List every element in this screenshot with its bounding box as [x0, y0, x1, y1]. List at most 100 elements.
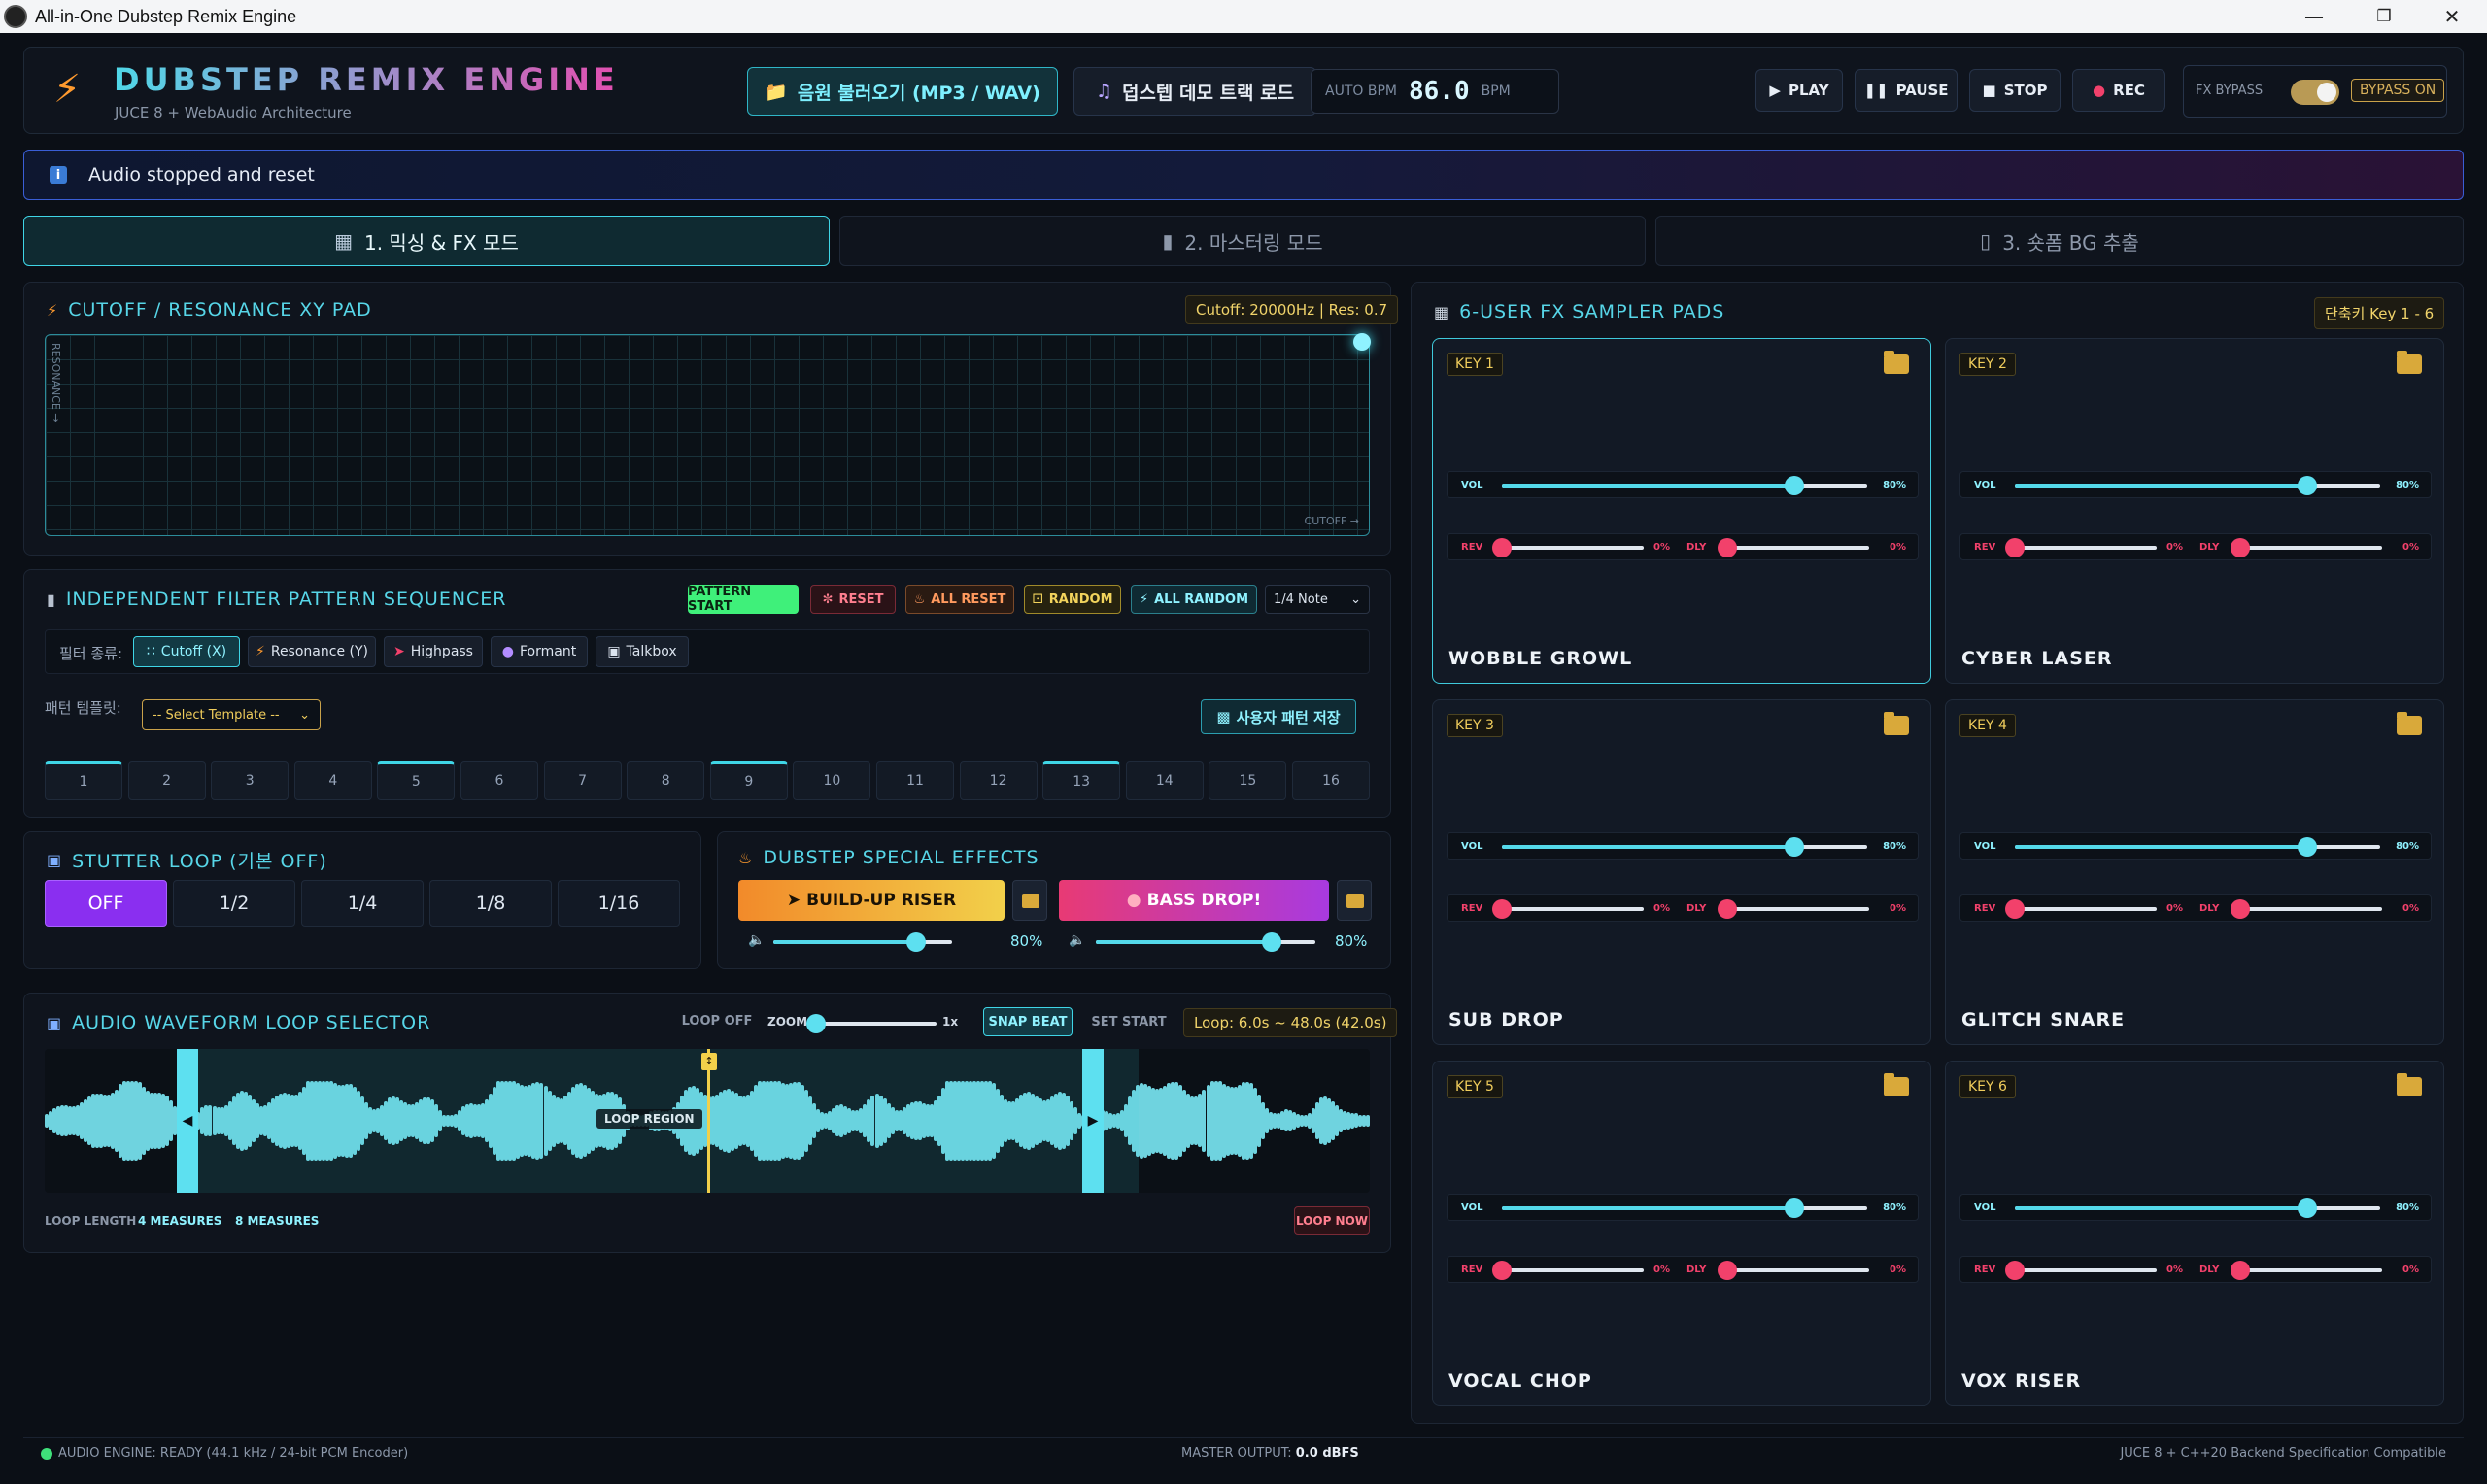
pad-delay-slider[interactable]	[2231, 899, 2382, 919]
tab-mastering[interactable]: ▮ 2. 마스터링 모드	[839, 216, 1646, 266]
tab-shortform-bg[interactable]: ▯ 3. 숏폼 BG 추출	[1655, 216, 2464, 266]
pad-delay-knob[interactable]	[1718, 899, 1737, 919]
pad-delay-knob[interactable]	[2231, 538, 2250, 557]
step-button[interactable]: 16	[1292, 761, 1370, 800]
pad-delay-slider[interactable]	[1718, 538, 1869, 557]
pad-delay-slider[interactable]	[2231, 1261, 2382, 1280]
minimize-icon[interactable]: —	[2279, 0, 2349, 33]
stutter-option[interactable]: 1/16	[558, 880, 680, 927]
pause-button[interactable]: ❚❚ PAUSE	[1855, 69, 1958, 112]
stutter-option[interactable]: 1/2	[173, 880, 295, 927]
load-demo-button[interactable]: ♫ 덥스텝 데모 트랙 로드	[1073, 67, 1316, 116]
pad-volume-slider[interactable]	[1502, 476, 1867, 495]
filter-chip-highpass[interactable]: ➤ Highpass	[384, 636, 483, 667]
step-button[interactable]: 6	[460, 761, 538, 800]
filter-chip-formant[interactable]: ● Formant	[491, 636, 588, 667]
template-select[interactable]: -- Select Template -- ⌄	[142, 699, 321, 730]
pad-reverb-knob[interactable]	[1492, 538, 1512, 557]
pad-volume-knob[interactable]	[1784, 837, 1804, 857]
play-button[interactable]: ▶ PLAY	[1755, 69, 1843, 112]
pad-reverb-slider[interactable]	[1492, 1261, 1644, 1280]
step-button[interactable]: 14	[1125, 761, 1204, 800]
pad-volume-knob[interactable]	[2297, 1198, 2317, 1218]
xy-cursor-dot[interactable]	[1353, 333, 1371, 351]
tab-mixing-fx[interactable]: ▦ 1. 믹싱 & FX 모드	[23, 216, 830, 266]
all-reset-button[interactable]: ♨ ALL RESET	[905, 585, 1014, 614]
sampler-pad[interactable]: KEY 1 VOL 80% REV 0% DLY 0% WOBBLE GROWL	[1432, 338, 1931, 684]
loop-now-button[interactable]: LOOP NOW	[1294, 1206, 1370, 1235]
step-button[interactable]: 13	[1042, 761, 1121, 800]
folder-icon[interactable]	[1884, 712, 1909, 735]
step-button[interactable]: 15	[1209, 761, 1287, 800]
set-start-button[interactable]: SET START	[1082, 1007, 1175, 1036]
pad-volume-slider[interactable]	[2015, 1198, 2380, 1218]
pattern-start-button[interactable]: PATTERN START	[688, 585, 799, 614]
close-icon[interactable]: ✕	[2417, 0, 2487, 33]
filter-chip-resonance[interactable]: ⚡ Resonance (Y)	[248, 636, 376, 667]
pad-delay-slider[interactable]	[1718, 1261, 1869, 1280]
pad-delay-knob[interactable]	[1718, 1261, 1737, 1280]
bassdrop-volume-knob[interactable]	[1261, 932, 1281, 952]
pad-reverb-knob[interactable]	[2005, 1261, 2025, 1280]
step-button[interactable]: 7	[543, 761, 622, 800]
stop-button[interactable]: ■ STOP	[1969, 69, 2061, 112]
pad-volume-slider[interactable]	[1502, 837, 1867, 857]
xy-pad-surface[interactable]: RESONANCE → CUTOFF →	[45, 333, 1371, 536]
stutter-option[interactable]: 1/4	[301, 880, 424, 927]
step-button[interactable]: 9	[709, 761, 788, 800]
loop-end-handle[interactable]: ▶	[1082, 1049, 1104, 1193]
pad-reverb-slider[interactable]	[1492, 538, 1644, 557]
pad-volume-slider[interactable]	[2015, 837, 2380, 857]
pad-volume-slider[interactable]	[1502, 1198, 1867, 1218]
rec-button[interactable]: ● REC	[2072, 69, 2165, 112]
pad-delay-knob[interactable]	[1718, 538, 1737, 557]
stutter-option[interactable]: OFF	[45, 880, 167, 927]
pad-volume-knob[interactable]	[1784, 1198, 1804, 1218]
folder-icon[interactable]	[2397, 1073, 2422, 1096]
pad-volume-knob[interactable]	[2297, 476, 2317, 495]
pad-volume-slider[interactable]	[2015, 476, 2380, 495]
pad-reverb-knob[interactable]	[1492, 1261, 1512, 1280]
buildup-folder-button[interactable]	[1012, 880, 1047, 921]
bassdrop-volume-slider[interactable]	[1096, 932, 1315, 952]
step-button[interactable]: 11	[876, 761, 954, 800]
pad-reverb-knob[interactable]	[1492, 899, 1512, 919]
zoom-slider[interactable]	[806, 1014, 937, 1033]
stutter-option[interactable]: 1/8	[429, 880, 552, 927]
pad-volume-knob[interactable]	[1784, 476, 1804, 495]
pad-delay-slider[interactable]	[1718, 899, 1869, 919]
filter-chip-talkbox[interactable]: ▣ Talkbox	[596, 636, 689, 667]
bass-drop-button[interactable]: ● BASS DROP!	[1059, 880, 1329, 921]
fx-bypass-toggle[interactable]	[2291, 80, 2339, 105]
sampler-pad[interactable]: KEY 4 VOL 80% REV 0% DLY 0% GLITCH SNARE	[1945, 699, 2444, 1045]
folder-icon[interactable]	[1884, 1073, 1909, 1096]
zoom-knob[interactable]	[806, 1014, 826, 1033]
pad-reverb-slider[interactable]	[1492, 899, 1644, 919]
step-button[interactable]: 10	[793, 761, 871, 800]
folder-icon[interactable]	[2397, 351, 2422, 374]
sampler-pad[interactable]: KEY 5 VOL 80% REV 0% DLY 0% VOCAL CHOP	[1432, 1061, 1931, 1406]
pad-delay-slider[interactable]	[2231, 538, 2382, 557]
restore-icon[interactable]: ❐	[2349, 0, 2419, 33]
pad-delay-knob[interactable]	[2231, 899, 2250, 919]
pad-delay-knob[interactable]	[2231, 1261, 2250, 1280]
filter-chip-cutoff[interactable]: ∷ Cutoff (X)	[133, 636, 240, 667]
pad-reverb-knob[interactable]	[2005, 538, 2025, 557]
step-button[interactable]: 8	[627, 761, 705, 800]
step-button[interactable]: 3	[211, 761, 290, 800]
step-button[interactable]: 12	[959, 761, 1038, 800]
playhead-handle[interactable]: ↕	[701, 1053, 717, 1070]
load-audio-button[interactable]: 📁 음원 불러오기 (MP3 / WAV)	[747, 67, 1058, 116]
pad-reverb-slider[interactable]	[2005, 538, 2157, 557]
note-select[interactable]: 1/4 Note ⌄	[1265, 585, 1370, 614]
sampler-pad[interactable]: KEY 6 VOL 80% REV 0% DLY 0% VOX RISER	[1945, 1061, 2444, 1406]
pad-volume-knob[interactable]	[2297, 837, 2317, 857]
pad-reverb-slider[interactable]	[2005, 1261, 2157, 1280]
eight-measures-button[interactable]: 8 MEASURES	[235, 1214, 319, 1228]
loop-off-button[interactable]: LOOP OFF	[680, 1006, 754, 1035]
buildup-riser-button[interactable]: ➤ BUILD-UP RISER	[738, 880, 1005, 921]
playhead[interactable]	[707, 1049, 710, 1193]
four-measures-button[interactable]: 4 MEASURES	[138, 1214, 221, 1228]
step-button[interactable]: 2	[127, 761, 206, 800]
pad-reverb-slider[interactable]	[2005, 899, 2157, 919]
